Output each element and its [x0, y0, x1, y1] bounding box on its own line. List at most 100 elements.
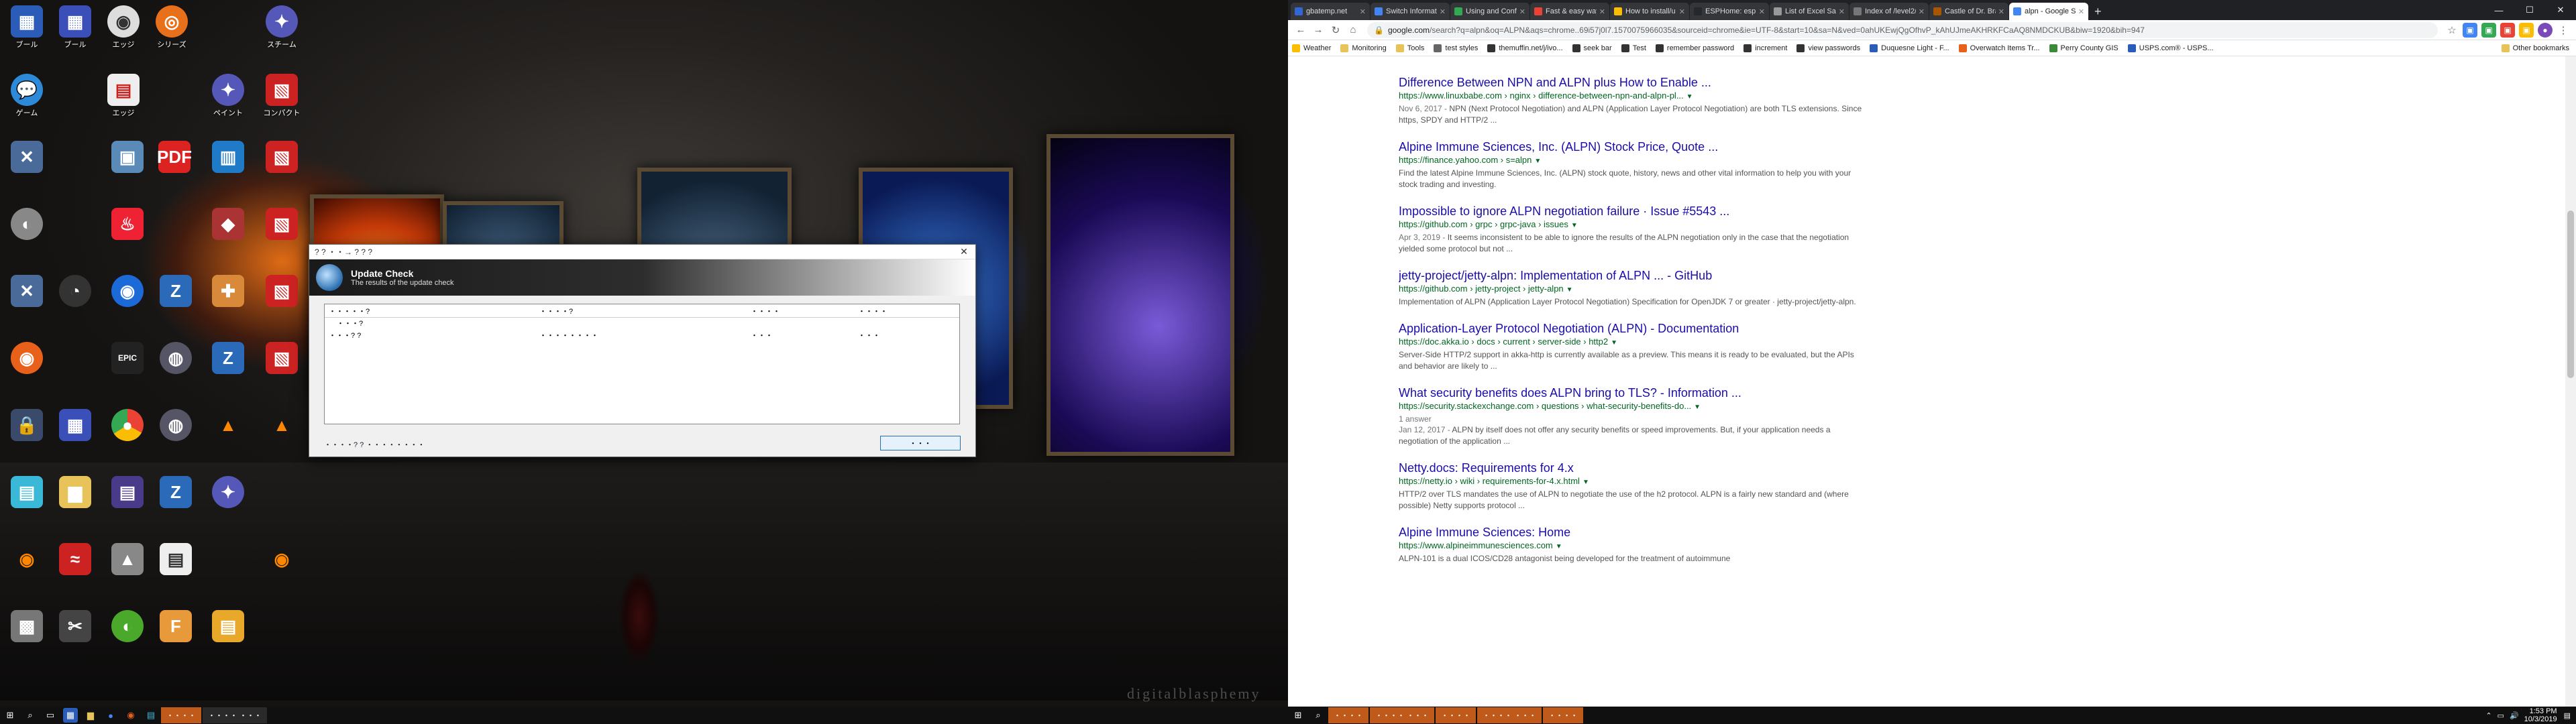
reload-icon[interactable]: ↻ [1327, 24, 1344, 36]
desktop-icon[interactable]: ◍ [149, 409, 203, 441]
desktop-icon[interactable]: ▤ [149, 543, 203, 575]
start-icon[interactable]: ⊞ [3, 708, 17, 723]
bookmark-item[interactable]: increment [1743, 44, 1787, 52]
close-icon[interactable]: ✕ [1360, 7, 1366, 16]
page-scrollbar[interactable] [2565, 56, 2576, 707]
dialog-footer-link[interactable]: ・・・・? ? ・・・・・・・・ [324, 439, 425, 450]
desktop-icon[interactable]: ▦ [48, 409, 102, 441]
chrome-shortcut[interactable]: ● [101, 409, 154, 441]
profile-avatar[interactable]: ● [2538, 22, 2553, 38]
menu-icon[interactable]: ⋮ [2555, 24, 2572, 36]
desktop-icon[interactable]: Z [149, 275, 203, 307]
notifications-icon[interactable]: ▤ [2564, 711, 2571, 720]
browser-tab-active[interactable]: alpn - Google Sear✕ [2009, 3, 2088, 20]
result-url[interactable]: https://security.stackexchange.com › que… [1399, 400, 1868, 414]
system-clock[interactable]: 1:53 PM 10/3/2019 [2524, 707, 2557, 723]
taskbar-app[interactable]: ・・・・ ・・・ [1477, 707, 1542, 723]
app-icon[interactable]: ▤ [144, 708, 158, 723]
desktop-icon[interactable]: 💬 ゲーム [0, 74, 54, 118]
bookmark-item[interactable]: Weather [1292, 44, 1331, 52]
result-title-link[interactable]: Impossible to ignore ALPN negotiation fa… [1399, 204, 1868, 219]
list-item[interactable]: ・・・? ? ・・・・・・・・ ・・・ ・・・ [325, 328, 959, 342]
desktop-icon[interactable]: 🔒 [0, 409, 54, 441]
desktop-icon[interactable]: ◐ [101, 610, 154, 642]
bookmark-item[interactable]: Overwatch Items Tr... [1958, 44, 2040, 52]
desktop-icon[interactable]: ◉ エッジ [97, 5, 150, 50]
desktop-icon[interactable]: ✦ [201, 476, 255, 508]
caret-down-icon[interactable]: ▼ [1556, 543, 1562, 550]
chrome-icon[interactable]: ● [103, 708, 118, 723]
desktop-icon[interactable]: ✦ スチーム [255, 5, 309, 50]
result-url[interactable]: https://netty.io › wiki › requirements-f… [1399, 475, 1868, 489]
folder-icon[interactable]: ▆ [83, 708, 98, 723]
desktop-icon[interactable]: ✂ [48, 610, 102, 642]
caret-down-icon[interactable]: ▼ [1694, 404, 1701, 411]
store-icon[interactable]: ▦ [63, 708, 78, 723]
bookmark-item[interactable]: Test [1621, 44, 1646, 52]
browser-tab[interactable]: ESPHome: espho✕ [1690, 3, 1769, 20]
taskbar-app[interactable]: ・・・・ ・・・ [203, 707, 268, 723]
dialog-titlebar[interactable]: ? ? ・・→ ? ? ? ✕ [309, 245, 975, 259]
caret-down-icon[interactable]: ▼ [1534, 158, 1541, 165]
desktop-icon[interactable]: ▩ [0, 610, 54, 642]
column-header-current[interactable]: ・・・・? [539, 306, 751, 316]
caret-down-icon[interactable]: ▼ [1571, 222, 1578, 229]
pdf-icon[interactable]: PDF [148, 141, 201, 173]
desktop-icon[interactable]: ▲ [255, 409, 309, 441]
desktop-icon[interactable]: ◉ [101, 275, 154, 307]
caret-down-icon[interactable]: ▼ [1686, 93, 1693, 101]
extension-icon[interactable]: ▣ [2519, 22, 2534, 38]
desktop-icon[interactable]: ▆ [48, 476, 102, 508]
desktop-icon[interactable]: ▥ [201, 141, 255, 173]
desktop-icon[interactable]: Z [149, 476, 203, 508]
desktop-icon[interactable]: ♨ [101, 208, 154, 240]
new-tab-button[interactable]: + [2089, 3, 2107, 20]
home-icon[interactable]: ⌂ [1344, 24, 1362, 36]
desktop-icon[interactable]: ▧ [255, 342, 309, 374]
result-url[interactable]: https://github.com › jetty-project › jet… [1399, 283, 1868, 296]
desktop-icon[interactable]: ≈ [48, 543, 102, 575]
caret-down-icon[interactable]: ▼ [1566, 286, 1573, 294]
desktop-icon[interactable]: ◐ [0, 208, 54, 240]
result-title-link[interactable]: Difference Between NPN and ALPN plus How… [1399, 75, 1868, 90]
bookmark-item[interactable]: themuffin.net/j/ivo... [1487, 44, 1563, 52]
task-view-icon[interactable]: ▭ [43, 708, 58, 723]
result-url[interactable]: https://github.com › grpc › grpc-java › … [1399, 219, 1868, 232]
result-title-link[interactable]: Application-Layer Protocol Negotiation (… [1399, 321, 1868, 336]
close-icon[interactable]: ✕ [1519, 7, 1525, 16]
browser-tab[interactable]: List of Excel Sage✕ [1770, 3, 1849, 20]
taskbar-app[interactable]: ・・・・ ・・・ [1370, 707, 1435, 723]
result-url[interactable]: https://doc.akka.io › docs › current › s… [1399, 336, 1868, 349]
forward-icon[interactable]: → [1309, 24, 1327, 36]
taskbar-app[interactable]: ・・・・ [1543, 707, 1584, 723]
list-group[interactable]: ・・・? [325, 318, 959, 328]
column-header-name[interactable]: ・・・・・? [325, 306, 539, 316]
search-icon[interactable]: ⌕ [1311, 708, 1326, 723]
column-header-status[interactable]: ・・・・ [858, 306, 959, 316]
taskbar-app-active[interactable]: ・・・・ [161, 707, 201, 723]
bookmark-item[interactable]: view passwords [1796, 44, 1860, 52]
minimize-icon[interactable]: — [2483, 5, 2514, 15]
browser-tab[interactable]: Switch Informatio✕ [1371, 3, 1450, 20]
desktop-icon[interactable]: ▧ [255, 208, 309, 240]
desktop-icon[interactable]: ▤ [201, 610, 255, 642]
close-icon[interactable]: ✕ [953, 246, 975, 257]
network-icon[interactable]: ▭ [2498, 711, 2504, 720]
browser-tab[interactable]: Castle of Dr. Brain✕ [1929, 3, 2008, 20]
desktop-icon[interactable]: ◉ [255, 543, 309, 575]
desktop-icon[interactable]: ▤ エッジ [97, 74, 150, 118]
desktop-icon[interactable]: ✦ ペイント [201, 74, 255, 118]
close-icon[interactable]: ✕ [1599, 7, 1605, 16]
desktop-icon[interactable]: ✕ [0, 141, 54, 173]
desktop-icon[interactable]: ▤ [101, 476, 154, 508]
address-bar[interactable]: 🔒 google.com /search?q=alpn&oq=ALPN&aqs=… [1367, 21, 2438, 38]
firefox-icon[interactable]: ◉ [123, 708, 138, 723]
desktop-icon[interactable]: ▧ [255, 141, 309, 173]
chevron-up-icon[interactable]: ⌃ [2485, 711, 2491, 720]
result-title-link[interactable]: jetty-project/jetty-alpn: Implementation… [1399, 268, 1868, 283]
close-icon[interactable]: ✕ [2078, 7, 2084, 16]
desktop-icon[interactable]: Z [201, 342, 255, 374]
desktop-icon[interactable]: ▦ ブール [48, 5, 102, 50]
desktop-icon[interactable]: ◆ [201, 208, 255, 240]
close-icon[interactable]: ✕ [1919, 7, 1925, 16]
